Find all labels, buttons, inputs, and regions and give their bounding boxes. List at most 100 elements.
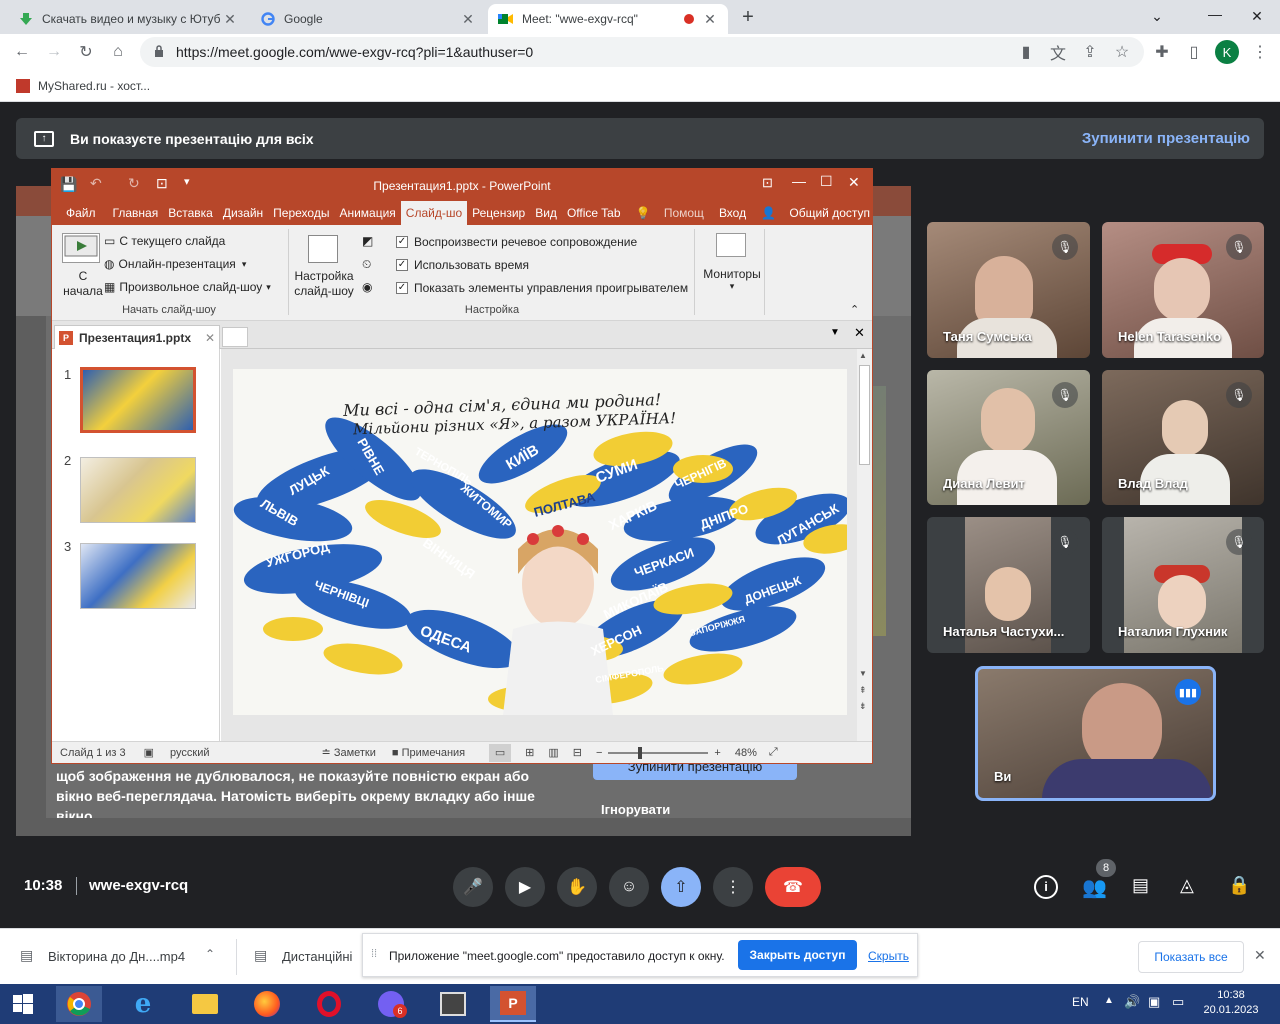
share-icon[interactable]: ⇪ [1078, 40, 1102, 64]
scroll-thumb[interactable] [859, 365, 870, 465]
video-editor-icon[interactable] [430, 986, 476, 1022]
network-icon[interactable]: ▣ [1148, 994, 1160, 1010]
hide-slide-icon[interactable]: ◩ [362, 234, 373, 248]
zoom-slider[interactable] [608, 746, 709, 759]
leave-call-button[interactable]: ☎ [765, 867, 821, 907]
tab-office-tab[interactable]: Office Tab [562, 206, 626, 220]
zoom-out-icon[interactable]: − [596, 747, 602, 759]
profile-avatar[interactable]: K [1215, 40, 1239, 64]
stop-sharing-button[interactable]: Закрыть доступ [738, 940, 857, 970]
close-doc-icon[interactable]: ✕ [854, 325, 865, 341]
slide-sorter-icon[interactable]: ⊞ [525, 746, 534, 759]
tab-view[interactable]: Вид [530, 206, 562, 220]
from-current-slide-button[interactable]: ▭ С текущего слайда [104, 234, 225, 248]
menu-kebab-icon[interactable]: ⋮ [1248, 40, 1272, 64]
extensions-icon[interactable]: ✚ [1150, 40, 1174, 64]
close-window-icon[interactable]: ✕ [1234, 0, 1280, 32]
show-media-controls-checkbox[interactable]: ✓ Показать элементы управления проигрыват… [396, 281, 688, 295]
tab-design[interactable]: Дизайн [218, 206, 268, 220]
from-beginning-button[interactable]: С начала [60, 269, 106, 299]
tab-list-icon[interactable]: ▼ [830, 327, 840, 338]
tab-help[interactable]: 💡 Помощ [626, 206, 714, 220]
firefox-icon[interactable] [244, 986, 290, 1022]
participant-tile[interactable]: 🎙 Диана Левит [927, 370, 1090, 505]
slide-thumbnail-3[interactable] [80, 543, 196, 609]
share-button[interactable]: 👤 Общий доступ [751, 206, 880, 220]
drag-handle-icon[interactable]: ⁞⁞ [371, 948, 377, 960]
tab-home[interactable]: Главная [108, 206, 164, 220]
tab-slideshow[interactable]: Слайд-шо [400, 201, 468, 225]
viber-icon[interactable] [368, 986, 414, 1022]
zoom-level[interactable]: 48% [735, 747, 757, 759]
host-controls-icon[interactable]: 🔒 [1228, 875, 1250, 896]
slideshow-view-icon[interactable]: ⊟ [573, 746, 582, 759]
participant-tile[interactable]: 🎙 Наталья Частухи... [927, 517, 1090, 653]
reading-view-icon[interactable]: ▥ [548, 746, 558, 759]
setup-slideshow-button[interactable]: Настройка слайд-шоу [290, 269, 358, 299]
hide-notice-link[interactable]: Скрыть [868, 949, 909, 963]
chrome-taskbar-icon[interactable] [56, 986, 102, 1022]
tab-google[interactable]: Google ✕ [250, 4, 486, 34]
monitor-icon[interactable] [716, 233, 746, 257]
stop-presenting-link[interactable]: Зупинити презентацію [1082, 130, 1250, 147]
fit-to-window-icon[interactable]: ⤢ [769, 746, 778, 759]
participant-tile[interactable]: 🎙 Наталия Глухник [1102, 517, 1264, 653]
normal-view-icon[interactable]: ▭ [489, 743, 512, 762]
zoom-slider-thumb[interactable] [638, 746, 643, 759]
tab-youtube-downloader[interactable]: Скачать видео и музыку с Ютуб ✕ [8, 4, 248, 34]
use-timings-checkbox[interactable]: ✓ Использовать время [396, 258, 529, 272]
microphone-button[interactable]: 🎤 [453, 867, 493, 907]
tab-meet[interactable]: Meet: "wwe-exgv-rcq" ✕ [488, 4, 728, 34]
camera-button[interactable]: ▶ [505, 867, 545, 907]
input-language[interactable]: EN [1072, 995, 1089, 1009]
action-center-icon[interactable]: ▭ [1172, 994, 1184, 1010]
volume-icon[interactable]: 🔊 [1124, 994, 1140, 1010]
reactions-button[interactable]: ☺ [609, 867, 649, 907]
clock[interactable]: 10:38 20.01.2023 [1196, 988, 1266, 1018]
spellcheck-icon[interactable]: ▣ [144, 746, 154, 759]
chat-icon[interactable]: ▤ [1132, 875, 1149, 896]
side-panel-icon[interactable]: ▯ [1182, 40, 1206, 64]
download-item-1[interactable]: Вікторина до Дн....mp4 [48, 949, 185, 964]
powerpoint-taskbar-icon[interactable]: P [490, 986, 536, 1022]
setup-slideshow-icon[interactable] [308, 235, 338, 263]
address-bar[interactable]: https://meet.google.com/wwe-exgv-rcq?pli… [140, 37, 1144, 67]
forward-icon[interactable]: → [42, 40, 66, 64]
internet-explorer-icon[interactable]: e [120, 986, 166, 1022]
scroll-up-icon[interactable]: ▲ [859, 351, 867, 360]
ribbon-display-icon[interactable]: ⊡ [762, 175, 773, 191]
tab-review[interactable]: Рецензир [467, 206, 530, 220]
notes-button[interactable]: ≐ Заметки [322, 746, 376, 759]
tab-transitions[interactable]: Переходы [268, 206, 334, 220]
opera-icon[interactable] [306, 986, 352, 1022]
self-tile[interactable]: ▮▮▮ Ви [975, 666, 1216, 801]
next-slide-icon[interactable]: ⇟ [859, 701, 867, 712]
zoom-in-icon[interactable]: + [714, 747, 720, 759]
from-beginning-icon[interactable] [62, 233, 100, 263]
people-icon[interactable]: 👥 [1082, 875, 1107, 900]
language-indicator[interactable]: русский [170, 747, 209, 759]
slide-canvas[interactable]: Ми всі - одна сім'я, єдина ми родина! Мі… [233, 369, 847, 715]
custom-slideshow-button[interactable]: ▦ Произвольное слайд-шоу ▾ [104, 280, 271, 294]
activities-icon[interactable]: ◬ [1180, 875, 1194, 896]
more-options-button[interactable]: ⋮ [713, 867, 753, 907]
close-download-bar-icon[interactable]: ✕ [1254, 947, 1266, 964]
participant-tile[interactable]: 🎙 Влад Влад [1102, 370, 1264, 505]
bookmark-star-icon[interactable]: ☆ [1110, 40, 1134, 64]
reload-icon[interactable]: ↻ [74, 40, 98, 64]
close-tab-icon[interactable]: ✕ [222, 11, 238, 28]
bookmark-myshared[interactable]: MyShared.ru - хост... [38, 79, 150, 93]
play-narrations-checkbox[interactable]: ✓ Воспроизвести речевое сопровождение [396, 235, 637, 249]
slide-thumbnail-2[interactable] [80, 457, 196, 523]
ignore-button[interactable]: Ігнорувати [601, 802, 670, 817]
show-all-downloads-button[interactable]: Показать все [1138, 941, 1244, 973]
home-icon[interactable]: ⌂ [106, 40, 130, 64]
tray-chevron-icon[interactable]: ▲ [1104, 995, 1114, 1006]
participant-tile[interactable]: 🎙 Таня Сумська [927, 222, 1090, 358]
close-tab-icon[interactable]: ✕ [460, 11, 476, 28]
vertical-scrollbar[interactable]: ▲ ▼ ⇞ ⇟ [857, 349, 872, 741]
chevron-up-icon[interactable]: ⌃ [205, 947, 215, 961]
monitors-button[interactable]: Мониторы ▾ [698, 267, 766, 292]
comments-button[interactable]: ■ Примечания [392, 747, 465, 759]
online-presentation-button[interactable]: ◍ Онлайн-презентация ▾ [104, 257, 246, 271]
